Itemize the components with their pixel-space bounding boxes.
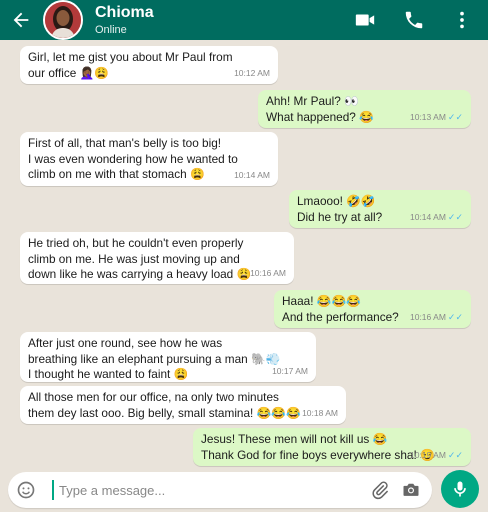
avatar[interactable] [43,0,83,40]
message-time: 10:14 AM [234,169,270,180]
back-arrow-icon[interactable] [10,9,32,31]
message-bubble[interactable]: All those men for our office, na only tw… [20,386,346,424]
message-emoji: 😂 [359,109,374,124]
emoji-icon[interactable] [16,480,36,500]
message-emoji: 😂😂😂 [256,405,301,420]
message-bubble[interactable]: Girl, let me gist you about Mr Paul from… [20,46,278,84]
message-time: 10:13 AM ✓✓ [409,111,463,122]
message-time: 10:16 AM ✓✓ [409,311,463,322]
read-ticks-icon: ✓✓ [447,449,463,460]
message-composer [8,472,432,508]
message-time: 10:18 AM [302,407,338,418]
contact-status: Online [95,24,127,36]
message-time: 10:17 AM [272,365,308,376]
message-bubble[interactable]: Haaa! 😂😂😂 And the performance? 10:16 AM ✓… [274,290,471,328]
message-text: Lmaooo! 🤣🤣 Did he try at all? [297,194,383,224]
message-bubble[interactable]: He tried oh, but he couldn't even proper… [20,232,294,284]
message-text: Ahh! Mr Paul? 👀 What happened? [266,94,359,124]
read-ticks-icon: ✓✓ [447,211,463,222]
message-text: After just one round, see how he was bre… [28,336,281,381]
avatar-image [45,2,81,38]
contact-name[interactable]: Chioma [95,4,154,22]
message-text: Haaa! 😂😂😂 And the performance? [282,294,399,324]
message-list[interactable]: Girl, let me gist you about Mr Paul from… [0,40,488,470]
message-text: First of all, that man's belly is too bi… [28,136,238,181]
message-emoji: 😩 [236,267,252,281]
message-time: 10:14 AM ✓✓ [409,211,463,222]
message-time: 10:16 AM [250,267,286,278]
message-bubble[interactable]: After just one round, see how he was bre… [20,332,316,382]
message-emoji: 😩 [173,367,189,381]
message-text: Jesus! These men will not kill us 😂 Than… [201,432,417,462]
message-time: 10:12 AM [234,67,270,78]
message-text: Girl, let me gist you about Mr Paul from… [28,50,233,80]
message-emoji: 😩 [189,167,205,181]
more-options-icon[interactable] [451,9,473,31]
phone-icon[interactable] [403,9,425,31]
message-bubble[interactable]: Lmaooo! 🤣🤣 Did he try at all? 10:14 AM ✓✓ [289,190,471,228]
video-call-icon[interactable] [354,9,376,31]
message-text: He tried oh, but he couldn't even proper… [28,236,244,281]
read-ticks-icon: ✓✓ [447,111,463,122]
message-input[interactable] [52,480,332,500]
microphone-icon [454,481,466,497]
read-ticks-icon: ✓✓ [447,311,463,322]
attach-icon[interactable] [370,480,390,500]
message-bubble[interactable]: Jesus! These men will not kill us 😂 Than… [193,428,471,466]
message-time: 10:19 AM ✓✓ [409,449,463,460]
chat-header: Chioma Online [0,0,488,40]
message-bubble[interactable]: Ahh! Mr Paul? 👀 What happened? 😂 10:13 A… [258,90,471,128]
message-emoji: 🤦🏾‍♀️😩 [79,65,109,80]
microphone-button[interactable] [441,470,479,508]
camera-icon[interactable] [401,480,421,500]
message-bubble[interactable]: First of all, that man's belly is too bi… [20,132,278,186]
message-text: All those men for our office, na only tw… [28,390,279,420]
